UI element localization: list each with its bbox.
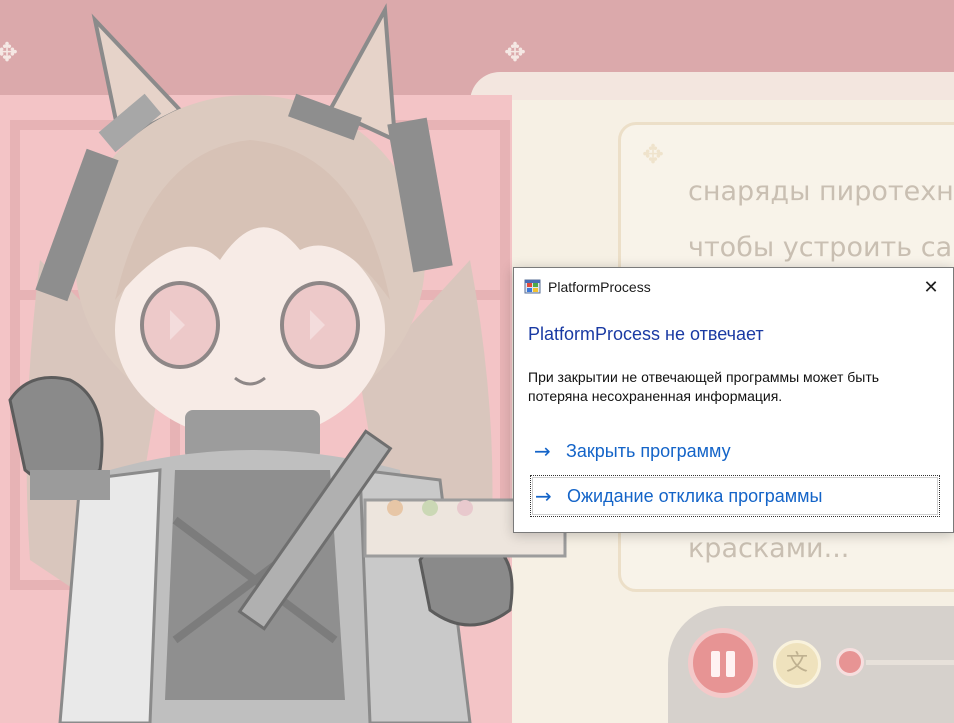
option-label: Ожидание отклика программы [567, 486, 823, 506]
dialog-title: PlatformProcess [548, 279, 651, 295]
dialogue-line: снаряды пиротехни [688, 176, 954, 207]
volume-slider-knob[interactable] [836, 648, 864, 676]
pause-button[interactable] [688, 628, 758, 698]
app-window-icon [524, 279, 541, 294]
dialog-titlebar: PlatformProcess ✕ [514, 268, 953, 306]
close-program-button[interactable]: → Закрыть программу [530, 431, 940, 473]
close-icon[interactable]: ✕ [909, 268, 953, 306]
dialog-heading: PlatformProcess не отвечает [528, 324, 764, 344]
ornament-icon: ✥ [642, 140, 664, 170]
dialog-message: При закрытии не отвечающей программы мож… [528, 369, 880, 404]
dialogue-line: красками... [688, 533, 850, 564]
dialogue-line: чтобы устроить сам [688, 232, 954, 263]
character-illustration [8, 3, 567, 723]
arrow-right-icon: → [534, 439, 551, 463]
translate-icon[interactable]: 文 [773, 640, 821, 688]
wait-for-program-button[interactable]: → Ожидание отклика программы [530, 475, 940, 517]
option-label: Закрыть программу [566, 441, 731, 461]
arrow-right-icon: → [535, 484, 552, 508]
not-responding-dialog: PlatformProcess ✕ PlatformProcess не отв… [513, 267, 954, 533]
volume-slider-track[interactable] [866, 660, 954, 665]
